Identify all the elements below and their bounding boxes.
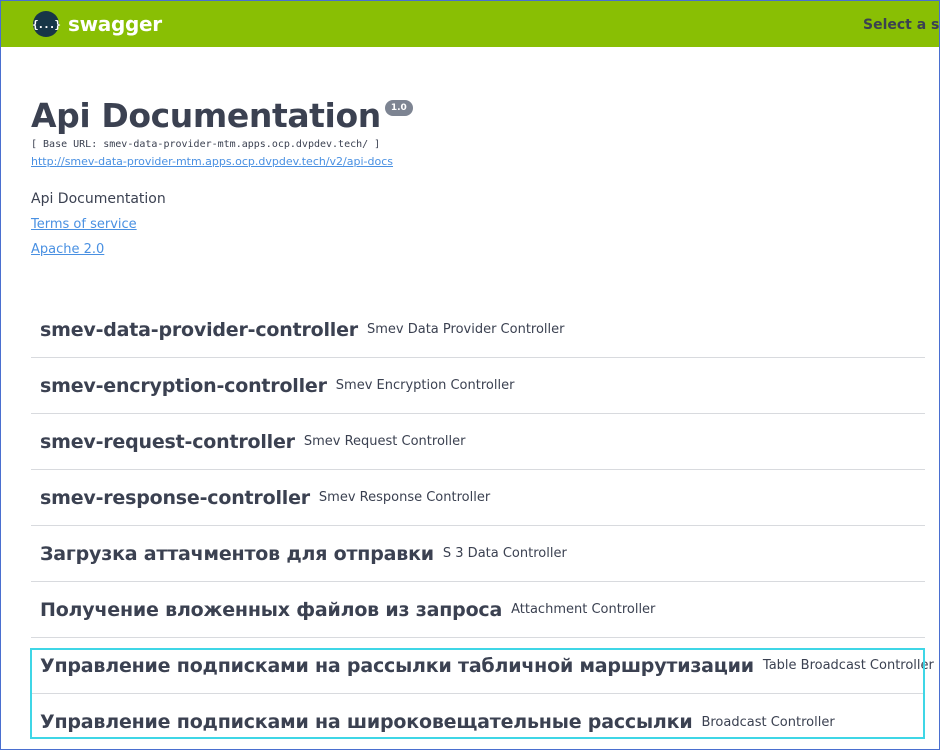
- controller-name: smev-response-controller: [40, 486, 310, 509]
- controller-description: Attachment Controller: [511, 602, 656, 617]
- base-url: [ Base URL: smev-data-provider-mtm.apps.…: [31, 139, 381, 150]
- select-spec-label: Select a spec: [863, 17, 940, 33]
- controller-row[interactable]: Загрузка аттачментов для отправки S 3 Da…: [31, 526, 925, 582]
- controller-description: Smev Data Provider Controller: [366, 322, 565, 337]
- controller-list: smev-data-provider-controller Smev Data …: [31, 302, 934, 750]
- controller-description: Smev Response Controller: [318, 490, 491, 505]
- controller-name: smev-data-provider-controller: [40, 318, 358, 341]
- title-row: Api Documentation 1.0: [31, 95, 413, 137]
- api-docs-link[interactable]: http://smev-data-provider-mtm.apps.ocp.d…: [31, 155, 393, 168]
- controller-name: smev-encryption-controller: [40, 374, 327, 397]
- terms-of-service-link[interactable]: Terms of service: [31, 217, 137, 232]
- controller-row[interactable]: Получение вложенных файлов из запроса At…: [31, 582, 925, 638]
- version-badge: 1.0: [384, 100, 413, 116]
- swagger-logo-icon: {...}: [32, 11, 61, 37]
- swagger-logo-text: swagger: [68, 12, 162, 36]
- controller-name: Загрузка аттачментов для отправки: [40, 542, 434, 565]
- controller-description: Table Broadcast Controller: [762, 658, 934, 673]
- controller-row[interactable]: Управление подписками на широковещательн…: [31, 694, 925, 750]
- api-description: Api Documentation: [31, 191, 166, 207]
- controller-row[interactable]: smev-request-controller Smev Request Con…: [31, 414, 925, 470]
- controller-row[interactable]: smev-encryption-controller Smev Encrypti…: [31, 358, 925, 414]
- swagger-logo[interactable]: {...} swagger: [32, 11, 162, 37]
- api-info: Api Documentation 1.0 [ Base URL: smev-d…: [31, 95, 413, 169]
- controller-description: Smev Encryption Controller: [335, 378, 515, 393]
- page-title: Api Documentation: [31, 96, 381, 135]
- controller-row[interactable]: Управление подписками на рассылки таблич…: [31, 638, 934, 694]
- controller-row[interactable]: smev-response-controller Smev Response C…: [31, 470, 925, 526]
- top-bar: {...} swagger Select a spec: [1, 1, 940, 47]
- controller-name: Получение вложенных файлов из запроса: [40, 598, 503, 621]
- controller-name: Управление подписками на широковещательн…: [40, 711, 693, 733]
- license-link[interactable]: Apache 2.0: [31, 242, 104, 257]
- controller-description: Broadcast Controller: [701, 714, 835, 730]
- controller-row[interactable]: smev-data-provider-controller Smev Data …: [31, 302, 925, 358]
- controller-description: Smev Request Controller: [303, 434, 466, 449]
- controller-name: smev-request-controller: [40, 430, 295, 453]
- controller-description: S 3 Data Controller: [442, 546, 567, 561]
- controller-name: Управление подписками на рассылки таблич…: [40, 654, 754, 677]
